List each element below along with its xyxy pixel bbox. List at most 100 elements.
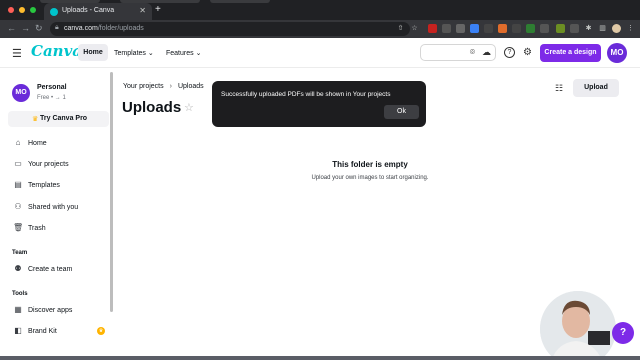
breadcrumb: Your projects › Uploads	[123, 83, 204, 90]
help-button[interactable]: ?	[612, 322, 634, 344]
tab-title: Uploads - Canva	[62, 7, 115, 14]
extension-icon[interactable]	[498, 24, 507, 33]
try-pro-label: Try Canva Pro	[40, 115, 88, 122]
sidebar-item-home[interactable]: ⌂ Home	[0, 136, 108, 152]
sidebar-item-discover-apps[interactable]: ▦ Discover apps	[0, 303, 108, 319]
sidebar-item-label: Brand Kit	[28, 328, 57, 335]
crown-badge-icon: ♛	[97, 327, 105, 335]
team-heading: Team	[12, 250, 28, 256]
minimize-window-icon[interactable]	[19, 7, 25, 13]
canva-app: ☰ Canva Home Templates ⌄ Features ⌄ ⌾ ☁ …	[0, 38, 640, 356]
chevron-down-icon: ⌄	[195, 50, 202, 57]
account-avatar[interactable]: MO	[12, 84, 30, 102]
background-tab[interactable]	[210, 0, 270, 3]
browser-toolbar: ← → ↻ 🔒︎ canva.com/folder/uploads ⇧ ☆ ✱ …	[0, 20, 640, 38]
home-icon: ⌂	[15, 138, 21, 147]
extension-icon[interactable]	[570, 24, 579, 33]
sidebar-item-label: Your projects	[28, 161, 69, 168]
menu-icon[interactable]: ☰	[12, 47, 22, 60]
close-window-icon[interactable]	[8, 7, 14, 13]
extension-icon[interactable]	[512, 24, 521, 33]
create-design-button[interactable]: Create a design	[540, 44, 601, 62]
profile-icon[interactable]	[612, 24, 621, 33]
add-team-icon: ⚉	[14, 264, 22, 273]
tools-heading: Tools	[12, 291, 28, 297]
close-tab-icon[interactable]: ✕	[139, 6, 146, 15]
browser-menu-icon[interactable]: ⋮	[626, 24, 635, 33]
os-dock	[0, 356, 640, 360]
sidebar-item-label: Trash	[28, 225, 46, 232]
sidepanel-icon[interactable]: ▥	[598, 24, 607, 33]
canva-favicon-icon	[50, 8, 58, 16]
upload-cloud-icon[interactable]: ☁	[481, 47, 492, 58]
folder-icon: ▭	[14, 159, 22, 168]
app-header: ☰ Canva Home Templates ⌄ Features ⌄ ⌾ ☁ …	[0, 38, 640, 68]
share-icon[interactable]: ⇧	[396, 24, 405, 33]
try-pro-button[interactable]: ♛ Try Canva Pro	[8, 111, 109, 127]
sidebar-item-shared[interactable]: ⚇ Shared with you	[0, 200, 108, 216]
url-text: canva.com/folder/uploads	[64, 25, 144, 32]
sidebar-item-templates[interactable]: ▤ Templates	[0, 178, 108, 194]
sidebar-item-trash[interactable]: 🗑︎ Trash	[0, 221, 108, 237]
presenter-image	[540, 291, 616, 360]
star-icon[interactable]: ☆	[184, 101, 194, 114]
reload-button[interactable]: ↻	[35, 23, 43, 34]
account-plan: Free • → 1	[37, 95, 66, 101]
extension-icon[interactable]	[526, 24, 535, 33]
extension-icon[interactable]	[442, 24, 451, 33]
nav-features-menu[interactable]: Features ⌄	[166, 49, 201, 57]
list-view-icon[interactable]: ☷	[555, 83, 563, 94]
sidebar-item-label: Home	[28, 140, 47, 147]
back-button[interactable]: ←	[7, 23, 16, 33]
extension-icon[interactable]	[456, 24, 465, 33]
extension-icon[interactable]	[484, 24, 493, 33]
address-bar[interactable]: 🔒︎ canva.com/folder/uploads	[50, 22, 410, 36]
extension-icon[interactable]	[556, 24, 565, 33]
account-name[interactable]: Personal	[37, 84, 67, 91]
url-host: canva.com	[64, 25, 98, 32]
canva-logo[interactable]: Canva	[31, 42, 82, 60]
nav-home-button[interactable]: Home	[78, 44, 108, 61]
breadcrumb-uploads[interactable]: Uploads	[178, 83, 204, 90]
extension-icon[interactable]	[428, 24, 437, 33]
brand-kit-icon: ◧	[14, 326, 22, 335]
page-title: Uploads	[122, 99, 182, 116]
sidebar-item-create-team[interactable]: ⚉ Create a team	[0, 262, 108, 278]
sidebar-item-label: Templates	[28, 182, 60, 189]
sidebar-item-brand-kit[interactable]: ◧ Brand Kit ♛	[0, 324, 108, 340]
camera-search-icon[interactable]: ⌾	[467, 47, 478, 58]
sidebar-item-label: Shared with you	[28, 204, 79, 211]
gear-icon[interactable]: ⚙	[522, 47, 533, 58]
help-circle-icon[interactable]: ?	[504, 47, 515, 58]
upload-button[interactable]: Upload	[573, 79, 619, 97]
sidebar-item-label: Create a team	[28, 266, 73, 273]
webcam-overlay	[540, 291, 616, 360]
url-path: /folder/uploads	[97, 25, 144, 32]
nav-features-label: Features	[166, 50, 194, 57]
chevron-down-icon: ⌄	[147, 50, 154, 57]
extension-icon[interactable]	[540, 24, 549, 33]
apps-grid-icon: ▦	[14, 305, 22, 314]
breadcrumb-your-projects[interactable]: Your projects	[123, 83, 164, 90]
new-tab-button[interactable]: +	[155, 5, 161, 15]
bookmark-star-icon[interactable]: ☆	[410, 24, 419, 33]
sidebar-scrollbar[interactable]	[110, 72, 113, 312]
sidebar: MO Personal Free • → 1 ♛ Try Canva Pro ⌂…	[0, 69, 115, 356]
toast-message: Successfully uploaded PDFs will be shown…	[221, 91, 391, 98]
toast-ok-button[interactable]: Ok	[384, 105, 419, 119]
crown-icon: ♛	[32, 116, 39, 123]
extension-icon[interactable]	[470, 24, 479, 33]
browser-tab-bar: Uploads - Canva ✕ +	[0, 0, 640, 20]
sidebar-item-your-projects[interactable]: ▭ Your projects	[0, 157, 108, 173]
lock-icon: 🔒︎	[55, 24, 59, 31]
extensions-puzzle-icon[interactable]: ✱	[584, 24, 593, 33]
maximize-window-icon[interactable]	[30, 7, 36, 13]
trash-icon: 🗑︎	[13, 223, 24, 232]
active-tab[interactable]: Uploads - Canva ✕	[44, 3, 152, 20]
sidebar-item-label: Discover apps	[28, 307, 73, 314]
forward-button[interactable]: →	[21, 23, 30, 33]
empty-state-title: This folder is empty	[332, 160, 408, 169]
empty-state-subtitle: Upload your own images to start organizi…	[311, 175, 429, 181]
avatar[interactable]: MO	[607, 43, 627, 63]
nav-templates-menu[interactable]: Templates ⌄	[114, 49, 154, 57]
